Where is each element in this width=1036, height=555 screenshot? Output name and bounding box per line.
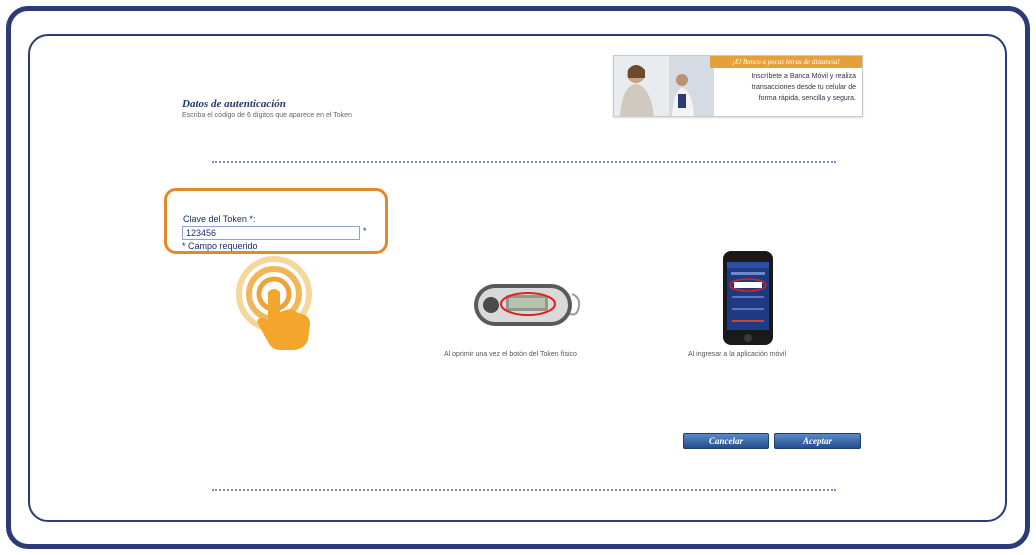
auth-subtitle: Escriba el código de 6 dígitos que apare…	[182, 112, 352, 119]
mobile-phone-icon	[723, 251, 773, 345]
required-star: *	[363, 226, 367, 236]
tap-hand-icon	[236, 256, 312, 350]
required-note: * Campo requerido	[182, 241, 258, 251]
banner-line: Inscríbete a Banca Móvil y realiza	[751, 73, 856, 80]
physical-token-icon	[474, 284, 581, 326]
cancel-button[interactable]: Cancelar	[683, 433, 769, 449]
auth-title: Datos de autenticación	[182, 98, 286, 110]
mobile-app-caption: Al ingresar a la aplicación móvil	[688, 351, 787, 358]
divider	[212, 161, 836, 163]
banner-line: transacciones desde tu celular de	[751, 84, 856, 91]
banner-photo-icon	[614, 56, 714, 116]
physical-token-caption: Al oprimir una vez el botón del Token fí…	[444, 351, 577, 358]
banner-line: forma rápida, sencilla y segura.	[758, 95, 856, 102]
token-input[interactable]	[182, 226, 360, 240]
token-label: Clave del Token *:	[183, 214, 256, 224]
accept-button[interactable]: Aceptar	[774, 433, 861, 449]
divider	[212, 489, 836, 491]
mobile-banking-banner[interactable]: ¡El Banco a pocas letras de distancia! I…	[613, 55, 863, 117]
banner-headline: ¡El Banco a pocas letras de distancia!	[710, 56, 862, 68]
